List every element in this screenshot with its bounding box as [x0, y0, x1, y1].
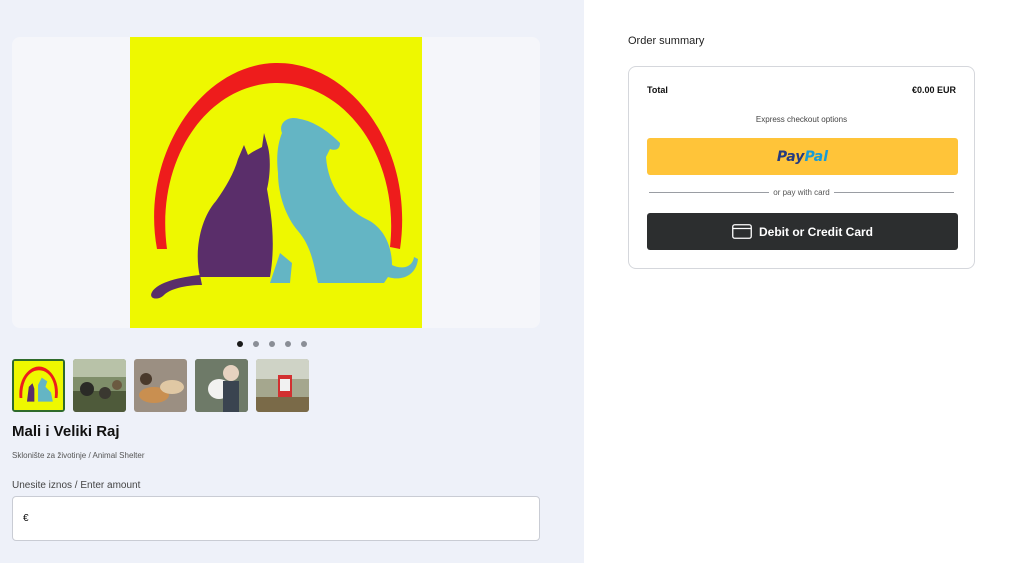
product-title: Mali i Veliki Raj — [12, 423, 120, 440]
amount-label: Unesite iznos / Enter amount — [12, 480, 141, 491]
carousel-dot-1[interactable] — [237, 341, 243, 347]
product-subtitle: Sklonište za životinje / Animal Shelter — [12, 451, 145, 460]
paypal-logo-pay: Pay — [776, 148, 805, 165]
thumbnail-shelter-sign[interactable] — [256, 359, 309, 412]
carousel-dot-4[interactable] — [285, 341, 291, 347]
paypal-logo: PayPal — [777, 149, 828, 165]
product-panel: Mali i Veliki Raj Sklonište za životinje… — [0, 0, 584, 563]
order-summary-heading: Order summary — [628, 35, 705, 47]
divider-line-left — [649, 192, 770, 193]
thumbnail-shelter-logo[interactable] — [12, 359, 65, 412]
carousel-dots — [237, 341, 307, 347]
product-image-carousel[interactable] — [12, 37, 540, 328]
credit-card-icon — [732, 224, 752, 239]
divider-text: or pay with card — [773, 188, 830, 197]
order-summary-card: Total €0.00 EUR Express checkout options… — [628, 66, 975, 269]
total-label: Total — [647, 85, 668, 95]
carousel-dot-5[interactable] — [301, 341, 307, 347]
total-value: €0.00 EUR — [911, 85, 956, 95]
shelter-logo-image — [130, 37, 422, 328]
currency-symbol: € — [23, 513, 29, 524]
debit-credit-card-button[interactable]: Debit or Credit Card — [647, 213, 958, 250]
card-button-label: Debit or Credit Card — [758, 224, 873, 239]
checkout-panel: Order summary Total €0.00 EUR Express ch… — [584, 0, 1016, 563]
thumbnail-dogs-lying[interactable] — [134, 359, 187, 412]
divider-line-right — [833, 192, 954, 193]
thumbnail-dogs-outdoors[interactable] — [73, 359, 126, 412]
total-row: Total €0.00 EUR — [647, 85, 956, 95]
paypal-button[interactable]: PayPal — [647, 138, 958, 175]
paypal-logo-pal: Pal — [804, 148, 829, 165]
pay-with-card-divider: or pay with card — [649, 188, 954, 197]
carousel-dot-2[interactable] — [253, 341, 259, 347]
amount-field[interactable]: € — [12, 496, 540, 541]
thumbnail-woman-holding-dog[interactable] — [195, 359, 248, 412]
carousel-dot-3[interactable] — [269, 341, 275, 347]
thumbnail-strip — [12, 359, 309, 412]
express-checkout-label: Express checkout options — [755, 115, 848, 124]
amount-input[interactable] — [32, 511, 539, 526]
